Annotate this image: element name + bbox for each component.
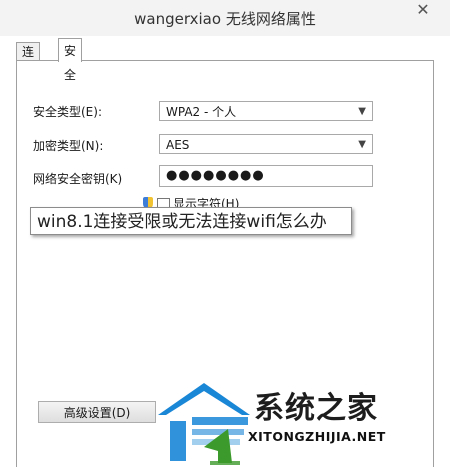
encryption-type-label: 加密类型(N): [33,139,104,153]
tab-security[interactable]: 安全 [58,38,83,82]
advanced-settings-button[interactable]: 高级设置(D) [38,401,156,423]
security-type-select[interactable]: WPA2 - 个人 ▼ [159,101,373,121]
close-icon: ✕ [416,0,430,19]
title-bar: wangerxiao 无线网络属性 ✕ [0,0,450,36]
caption-overlay: win8.1连接受限或无法连接wifi怎么办 [30,207,352,235]
watermark-title: 系统之家 [254,391,378,426]
network-key-value: ●●●●●●●● [166,168,265,183]
site-watermark: 系统之家 XITONGZHIJIA.NET [152,377,450,467]
watermark-url: XITONGZHIJIA.NET [248,429,386,444]
chevron-down-icon: ▼ [358,139,366,150]
security-type-value: WPA2 - 个人 [166,105,237,119]
network-key-label: 网络安全密钥(K) [33,172,123,186]
network-key-field[interactable]: ●●●●●●●● [159,165,373,187]
house-logo-icon [158,383,250,465]
close-button[interactable]: ✕ [410,0,436,20]
encryption-type-select[interactable]: AES ▼ [159,134,373,154]
tab-connection[interactable]: 连接 [16,42,41,77]
encryption-type-value: AES [166,138,190,152]
security-type-label: 安全类型(E): [33,105,102,119]
window-title: wangerxiao 无线网络属性 [134,10,316,28]
chevron-down-icon: ▼ [358,106,366,117]
